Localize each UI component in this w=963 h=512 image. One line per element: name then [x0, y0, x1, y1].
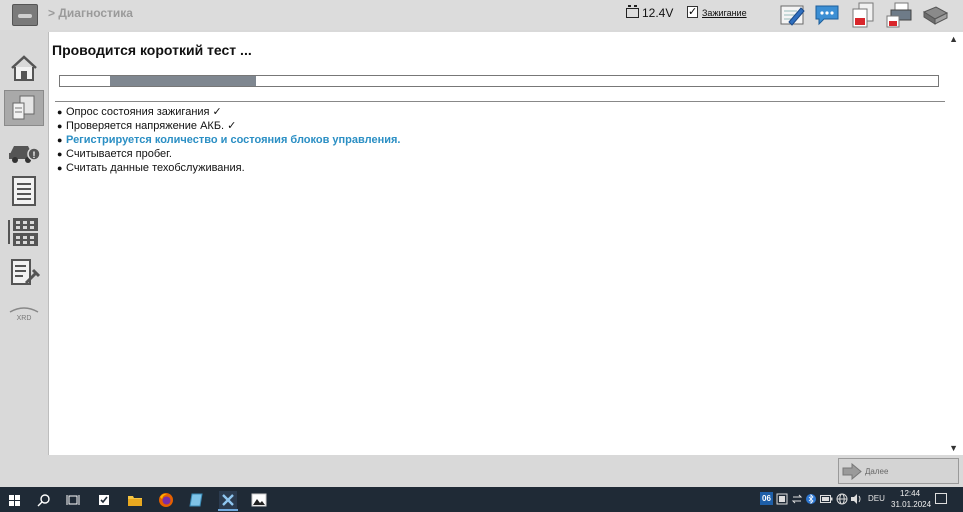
car-fault-icon: ! [9, 146, 41, 163]
top-bar: > Диагностика 12.4V ✓ Зажигание [0, 0, 963, 30]
chat-icon[interactable] [814, 2, 842, 28]
volume-icon[interactable] [850, 493, 862, 505]
breadcrumb[interactable]: > Диагностика [48, 6, 133, 20]
windows-start-icon[interactable] [6, 491, 24, 509]
list-item: ● Регистрируется количество и состояния б… [57, 134, 401, 146]
notes-app-icon[interactable] [188, 491, 206, 509]
bluetooth-icon[interactable] [806, 493, 816, 505]
file-explorer-icon[interactable] [126, 491, 144, 509]
list-item: ● Считать данные техобслуживания. [57, 162, 245, 174]
next-button[interactable]: Далее [838, 458, 959, 484]
active-app-indicator [218, 509, 238, 511]
service-docs-icon [11, 259, 41, 285]
svg-text:!: ! [33, 150, 36, 160]
control-units-icon [8, 218, 38, 246]
book-icon[interactable] [921, 2, 949, 28]
page-title: Проводится короткий тест ... [52, 42, 252, 58]
list-item: ● Проверяется напряжение АКБ. ✓ [57, 120, 237, 132]
notification-icon[interactable] [935, 493, 947, 504]
edit-icon[interactable] [779, 2, 807, 28]
diagnostic-app-icon[interactable] [219, 491, 237, 509]
task-view-icon[interactable] [64, 491, 82, 509]
xrd-icon: XRD [9, 307, 39, 322]
test-steps-list: ● Опрос состояния зажигания ✓ ● Проверяетс… [57, 105, 400, 175]
battery-icon [626, 5, 639, 18]
home-icon [11, 55, 37, 81]
arrow-right-icon [842, 463, 862, 480]
language-indicator[interactable]: DEU [868, 494, 885, 503]
divider [55, 101, 945, 102]
scroll-up-icon[interactable]: ▲ [949, 34, 958, 44]
list-icon [12, 176, 36, 206]
todo-app-icon[interactable] [95, 491, 113, 509]
footer-bar: Далее [48, 455, 963, 487]
list-item: ● Опрос состояния зажигания ✓ [57, 106, 222, 118]
sync-icon[interactable] [791, 493, 803, 505]
sidebar-item-home[interactable] [4, 50, 44, 86]
tray-app-icon[interactable] [776, 493, 788, 505]
app-logo-icon[interactable] [12, 4, 38, 26]
search-icon[interactable] [35, 491, 53, 509]
battery-tray-icon[interactable] [820, 494, 833, 504]
sidebar-item-service-docs[interactable] [4, 255, 44, 291]
sidebar-item-control-units[interactable] [4, 214, 44, 250]
network-globe-icon[interactable] [836, 493, 848, 505]
progress-fill [110, 76, 256, 86]
ignition-checkbox[interactable]: ✓ [687, 6, 698, 18]
clock-time[interactable]: 12:44 [900, 489, 920, 498]
photos-app-icon[interactable] [250, 491, 268, 509]
main-panel: Проводится короткий тест ... ● Опрос сост… [48, 32, 963, 455]
sidebar: ! XRD [0, 30, 48, 487]
tray-badge[interactable]: 06 [760, 492, 773, 505]
svg-text:XRD: XRD [17, 315, 32, 322]
diagnostics-icon [12, 95, 35, 120]
battery-voltage: 12.4V [642, 6, 674, 20]
next-button-label: Далее [865, 467, 889, 476]
list-item: ● Считывается пробег. [57, 148, 172, 160]
sidebar-item-xrd[interactable]: XRD [4, 298, 44, 334]
taskbar: 06 DEU 12:44 31.01.2024 [0, 487, 963, 512]
print-icon[interactable] [885, 2, 913, 28]
clock-date[interactable]: 31.01.2024 [891, 500, 931, 509]
progress-bar [59, 75, 939, 87]
ignition-label[interactable]: Зажигание [702, 8, 747, 18]
scroll-down-icon[interactable]: ▼ [949, 443, 958, 453]
sidebar-item-list[interactable] [4, 173, 44, 209]
pdf-document-icon[interactable] [850, 2, 878, 28]
firefox-icon[interactable] [157, 491, 175, 509]
sidebar-item-car-fault[interactable]: ! [4, 132, 44, 168]
sidebar-item-diagnostics[interactable] [4, 90, 44, 126]
